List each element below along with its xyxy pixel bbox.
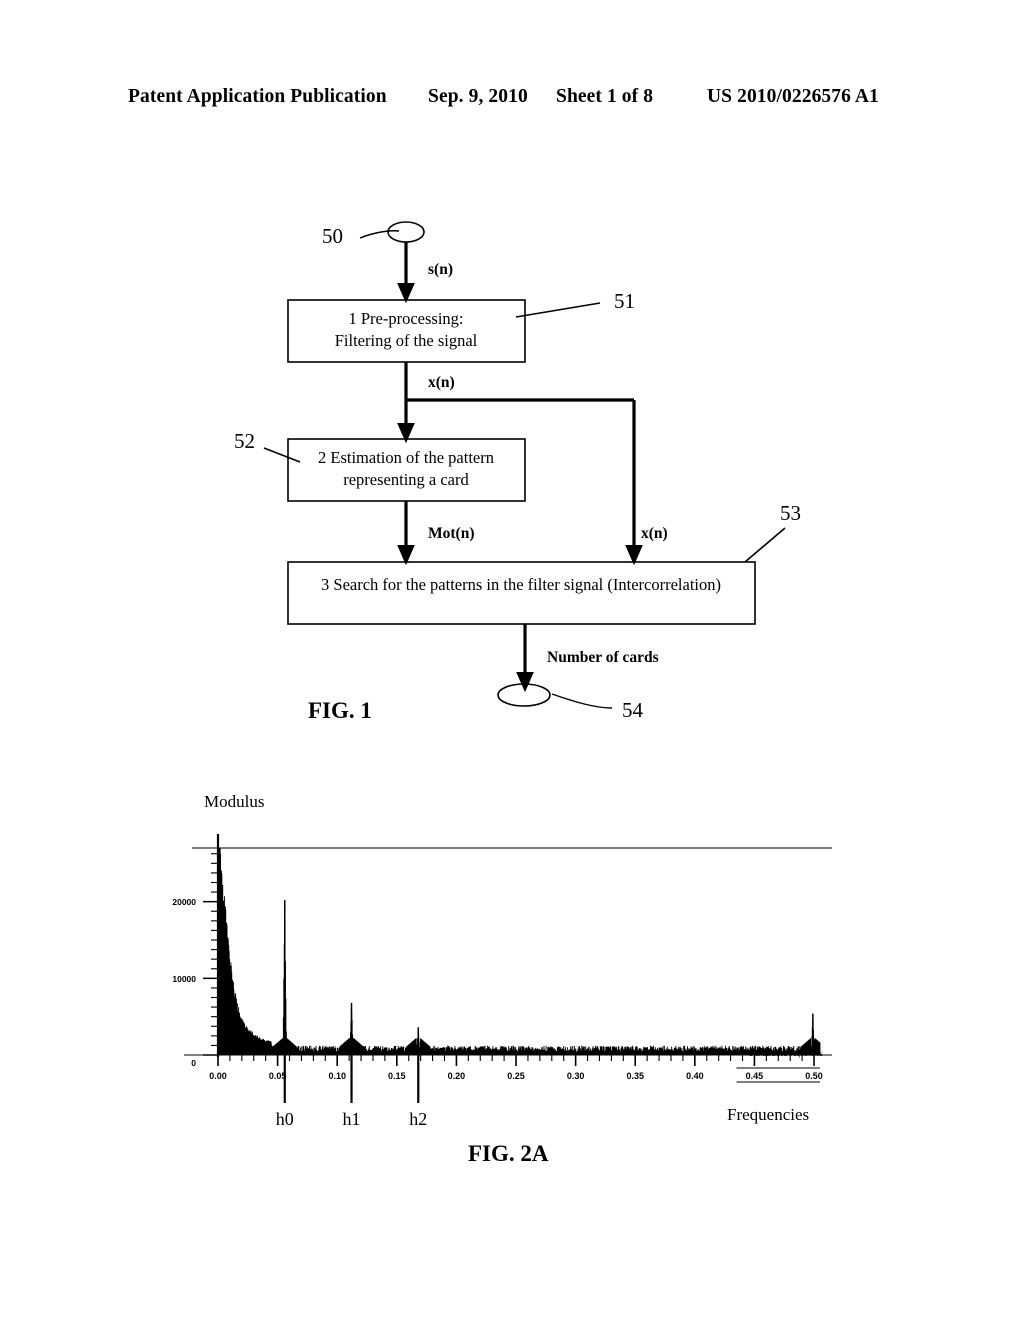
leader-line-52	[263, 447, 301, 463]
chart-x-tick-label: 0.30	[567, 1071, 585, 1081]
box-52-line1: 2 Estimation of the pattern	[318, 448, 494, 467]
box-52-line2: representing a card	[343, 470, 469, 489]
chart-x-tick-label: 0.10	[328, 1071, 346, 1081]
header-publication-number: US 2010/0226576 A1	[707, 86, 879, 107]
edge-label-xn-main: x(n)	[428, 374, 455, 391]
header-sheet-label: Sheet 1 of 8	[556, 86, 654, 107]
flowchart-start-node	[387, 221, 425, 243]
chart-x-tick-label: 0.20	[448, 1071, 466, 1081]
chart-y-axis-title: Modulus	[204, 792, 264, 811]
ref-number-50: 50	[322, 224, 343, 248]
chart-inset-label: Standardised frequencies	[749, 1051, 823, 1058]
leader-line-51	[515, 302, 601, 318]
edge-label-sn: s(n)	[428, 261, 453, 278]
header-date-label: Sep. 9, 2010	[428, 86, 528, 107]
figure-2a-caption: FIG. 2A	[468, 1141, 549, 1166]
box-51-line2: Filtering of the signal	[335, 331, 478, 350]
chart-y-tick-label: 10000	[172, 974, 196, 984]
chart-axis-ticks	[203, 853, 815, 1066]
chart-x-tick-label: 0.05	[269, 1071, 287, 1081]
figure-1-flowchart: 50 s(n) 1 Pre-processing: Filtering of t…	[0, 190, 1024, 750]
chart-x-tick-label: 0.50	[805, 1071, 823, 1081]
edge-label-motn: Mot(n)	[428, 525, 475, 542]
flowchart-end-node	[497, 683, 551, 707]
page-header: Patent Application Publication Sep. 9, 2…	[0, 86, 1024, 116]
chart-x-tick-label: 0.35	[626, 1071, 644, 1081]
box-51-line1: 1 Pre-processing:	[348, 309, 463, 328]
chart-x-axis-title: Frequencies	[727, 1105, 809, 1124]
chart-x-tick-label: 0.00	[209, 1071, 227, 1081]
leader-line-53	[744, 527, 786, 563]
edge-label-xn-branch: x(n)	[641, 525, 668, 542]
chart-x-tick-label: 0.25	[507, 1071, 525, 1081]
chart-x-tick-label: 0.40	[686, 1071, 704, 1081]
box-53-line1: 3 Search for the patterns in the filter …	[321, 575, 721, 594]
chart-y-tick-label-zero: 0	[191, 1058, 196, 1068]
edge-label-number-of-cards: Number of cards	[547, 649, 659, 666]
ref-number-54: 54	[622, 698, 644, 722]
chart-harmonic-label-h0: h0	[276, 1109, 294, 1129]
figure-1-caption: FIG. 1	[308, 698, 372, 723]
chart-x-tick-label: 0.45	[746, 1071, 764, 1081]
chart-x-tick-label: 0.15	[388, 1071, 406, 1081]
figure-2a-spectrum: Modulus Frequencies h0 h1 h2 10000 20000 0 0.…	[0, 780, 1024, 1200]
ref-number-53: 53	[780, 501, 801, 525]
chart-harmonic-label-h2: h2	[409, 1109, 427, 1129]
ref-number-51: 51	[614, 289, 635, 313]
header-publication-label: Patent Application Publication	[128, 86, 387, 107]
leader-line-54	[551, 693, 613, 709]
chart-harmonic-label-h1: h1	[343, 1109, 361, 1129]
chart-spectrum-stems	[217, 853, 821, 1055]
chart-y-tick-label: 20000	[172, 897, 196, 907]
ref-number-52: 52	[234, 429, 255, 453]
chart-spectrum-trace	[217, 848, 821, 1055]
chart-harmonic-markers: h0 h1 h2	[276, 1053, 427, 1129]
leader-line-50	[359, 230, 400, 239]
